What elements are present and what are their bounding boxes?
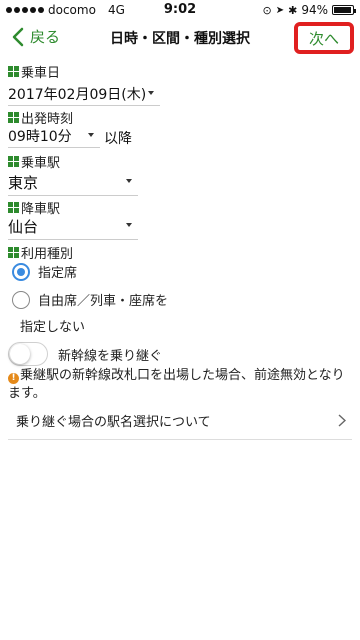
arrival-station-value: 仙台 [8,218,39,236]
battery-percent: 94% [301,3,328,17]
radio-reserved-label: 指定席 [38,266,78,281]
exclamation-icon: ! [8,373,19,384]
radio-reserved-seat[interactable]: 指定席 [12,262,77,281]
boarding-station-value: 東京 [8,174,39,192]
rotation-lock-icon: ⊙ [262,3,272,17]
radio-unreserved-label-line2: 指定しない [20,320,86,335]
boarding-date-select[interactable]: 2017年02月09日(木) [8,82,160,106]
chevron-right-icon [338,414,346,427]
grid-icon [8,156,19,167]
departure-time-value: 09時10分 [8,128,72,145]
battery-fill [334,7,351,13]
transfer-warning: ! 乗継駅の新幹線改札口を出場した場合、前途無効となります。 [8,367,354,403]
section-seat-type: 利用種別 [8,243,73,262]
nav-bar: 戻る 日時・区間・種別選択 次へ [0,20,360,56]
boarding-station-select[interactable]: 東京 [8,170,138,196]
grid-icon [8,66,19,77]
grid-icon [8,247,19,258]
boarding-station-label: 乗車駅 [21,156,61,171]
dropdown-arrow-icon [88,133,94,137]
section-boarding-station: 乗車駅 [8,152,60,171]
warning-text: 乗継駅の新幹線改札口を出場した場合、前途無効となります。 [8,368,345,401]
boarding-date-value: 2017年02月09日(木) [8,86,147,103]
seat-type-label: 利用種別 [21,247,74,262]
dropdown-arrow-icon [148,91,154,95]
grid-icon [8,112,19,123]
boarding-date-label: 乗車日 [21,66,61,81]
departure-time-suffix: 以降 [104,131,132,147]
radio-checked-icon [12,262,30,281]
next-label: 次へ [308,29,339,48]
transfer-toggle-label: 新幹線を乗り継ぐ [58,348,163,364]
transfer-toggle-row: 新幹線を乗り継ぐ [8,342,162,366]
transfer-toggle[interactable] [8,342,48,366]
section-boarding-date: 乗車日 [8,62,60,81]
arrival-station-select[interactable]: 仙台 [8,214,138,240]
station-selection-info-link[interactable]: 乗り継ぐ場合の駅名選択について [8,402,352,440]
info-link-label: 乗り継ぐ場合の駅名選択について [16,415,211,430]
next-button[interactable]: 次へ [294,22,354,54]
status-bar: docomo 4G 9:02 ⊙ ➤ ✱ 94% [0,0,360,20]
dropdown-arrow-icon [126,223,132,227]
radio-unchecked-icon [12,290,30,309]
location-icon: ➤ [275,4,285,16]
battery-icon [332,5,356,15]
departure-time-select[interactable]: 09時10分 [8,124,100,148]
dropdown-arrow-icon [126,179,132,183]
grid-icon [8,202,19,213]
radio-unreserved-label: 自由席／列車・座席を [38,294,169,309]
toggle-knob [10,344,30,364]
status-right: ⊙ ➤ ✱ 94% [262,3,356,17]
radio-unreserved-seat[interactable]: 自由席／列車・座席を [12,290,168,309]
bluetooth-icon: ✱ [288,3,298,17]
